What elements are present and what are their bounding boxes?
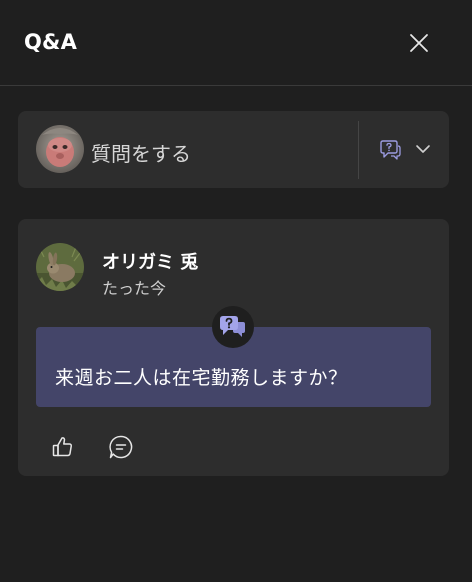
ask-question-input[interactable]: 質問をする bbox=[91, 138, 191, 167]
author-avatar bbox=[36, 243, 84, 291]
like-button[interactable] bbox=[47, 431, 79, 463]
question-badge bbox=[212, 306, 254, 348]
reply-icon bbox=[109, 435, 133, 459]
question-card: オリガミ 兎 たった今 来週お二人は在宅勤務しますか？ bbox=[18, 219, 449, 476]
close-button[interactable] bbox=[404, 28, 434, 58]
thumbs-up-icon bbox=[52, 437, 72, 457]
question-type-dropdown[interactable] bbox=[374, 133, 436, 165]
question-badge-icon bbox=[220, 316, 245, 337]
author-name: オリガミ 兎 bbox=[102, 252, 199, 273]
close-icon bbox=[410, 34, 428, 52]
question-bubble-icon bbox=[380, 140, 401, 160]
macaque-avatar-icon bbox=[36, 125, 84, 173]
chevron-down-icon bbox=[416, 145, 430, 153]
panel-title: Q&A bbox=[24, 30, 78, 54]
ask-question-box[interactable]: 質問をする bbox=[18, 111, 449, 188]
divider bbox=[358, 121, 359, 179]
avatar bbox=[36, 125, 84, 173]
rabbit-avatar-icon bbox=[36, 243, 84, 291]
panel-header: Q&A bbox=[0, 0, 472, 86]
question-text: 来週お二人は在宅勤務しますか？ bbox=[55, 367, 348, 389]
qa-panel: Q&A 質問をする オリガミ 兎 たった今 来週お二人は在宅勤務しますか？ bbox=[0, 0, 472, 582]
reply-button[interactable] bbox=[105, 431, 137, 463]
post-time: たった今 bbox=[102, 279, 167, 298]
